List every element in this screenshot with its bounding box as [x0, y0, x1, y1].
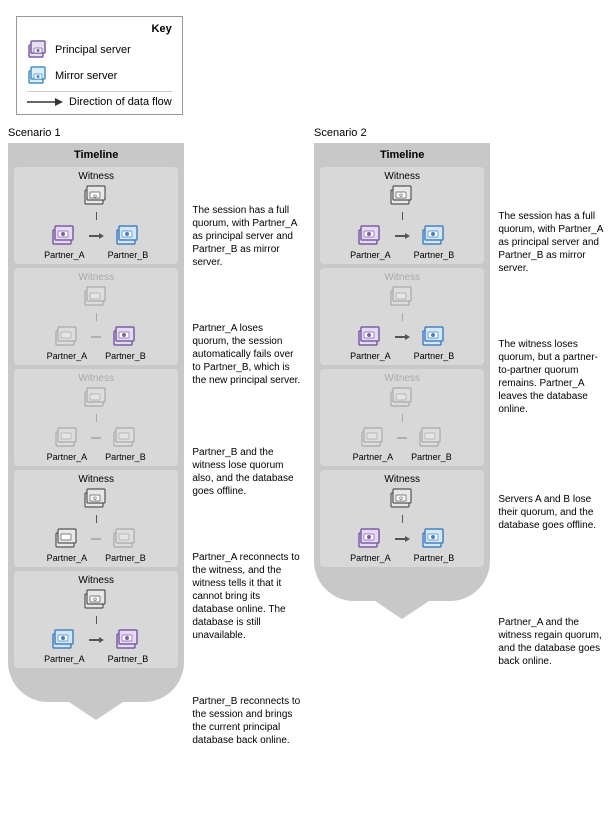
scenario-1-step-4: Witness ⚙: [14, 470, 178, 567]
scenario-1-timeline-bg: Timeline Witness ⚙: [8, 143, 184, 702]
svg-text:⚙: ⚙: [399, 496, 404, 502]
witness-icon-s1-1: ⚙: [82, 182, 110, 210]
principal-server-icon: [27, 39, 49, 61]
partner-b-icon-s1-1: [114, 222, 142, 250]
partners-row-s1-1: Partner_A: [18, 222, 174, 260]
scenario-1-desc-1: The session has a full quorum, with Part…: [192, 177, 302, 295]
witness-group-s1-1: Witness ⚙: [18, 171, 174, 212]
scenario-2-step-3: Witness: [320, 369, 484, 466]
key-title: Key: [27, 23, 172, 35]
scenario-1-arrow: [66, 700, 126, 720]
scenario-2-block: Scenario 2 Timeline Witness ⚙: [314, 127, 490, 781]
scenario-2-desc-1: The session has a full quorum, with Part…: [498, 177, 608, 307]
scenario-1-step-1: Witness ⚙: [14, 167, 178, 264]
scenario-1-label: Scenario 1: [8, 127, 184, 139]
scenario-2-timeline-label: Timeline: [320, 149, 484, 161]
witness-icon-s1-2: [82, 283, 110, 311]
scenario-1-step-5: Witness ⚙: [14, 571, 178, 668]
svg-text:⚙: ⚙: [93, 597, 98, 603]
scenario-1-desc-col: The session has a full quorum, with Part…: [192, 127, 302, 781]
partner-b-col-s1-1: Partner_B: [108, 222, 149, 260]
principal-server-label: Principal server: [55, 44, 131, 56]
scenario-2-step-2: Witness: [320, 268, 484, 365]
data-flow-arrow-icon: [27, 97, 63, 107]
scenario-2-desc-col: The session has a full quorum, with Part…: [498, 127, 608, 781]
partner-b-label-s1-1: Partner_B: [108, 250, 149, 260]
scenario-1-timeline: Timeline Witness ⚙: [8, 143, 184, 781]
scenario-2-arrow: [372, 599, 432, 619]
scenario-1-block: Scenario 1 Timeline Witness ⚙: [8, 127, 184, 781]
svg-text:⚙: ⚙: [93, 194, 98, 200]
key-mirror-row: Mirror server: [27, 65, 172, 87]
witness-label-s1-1: Witness: [78, 171, 114, 182]
key-box: Key Principal server Mirror server: [16, 16, 183, 115]
partner-a-col-s1-1: Partner_A: [44, 222, 85, 260]
scenario-2-timeline-bg: Timeline Witness ⚙: [314, 143, 490, 601]
data-flow-label: Direction of data flow: [69, 96, 172, 108]
scenarios-wrapper: Scenario 1 Timeline Witness ⚙: [0, 127, 616, 789]
key-arrow-row: Direction of data flow: [27, 91, 172, 108]
scenario-1-timeline-label: Timeline: [14, 149, 178, 161]
svg-text:⚙: ⚙: [399, 193, 404, 199]
svg-text:⚙: ⚙: [93, 496, 98, 502]
scenario-1-step-3: Witness: [14, 369, 178, 466]
scenario-2-desc-3: Servers A and B lose their quorum, and t…: [498, 447, 608, 577]
mirror-server-label: Mirror server: [55, 70, 117, 82]
scenario-2-timeline: Timeline Witness ⚙: [314, 143, 490, 781]
scenario-1-desc-3: Partner_B and the witness lose quorum al…: [192, 413, 302, 531]
scenario-2-step-1: Witness ⚙: [320, 167, 484, 264]
partner-a-label-s1-1: Partner_A: [44, 250, 85, 260]
key-principal-row: Principal server: [27, 39, 172, 61]
scenario-2-desc-2: The witness loses quorum, but a partner-…: [498, 307, 608, 447]
scenario-2-label: Scenario 2: [314, 127, 490, 139]
scenario-1-step-2: Witness: [14, 268, 178, 365]
scenario-1-desc-4: Partner_A reconnects to the witness, and…: [192, 531, 302, 661]
scenario-2-desc-4: Partner_A and the witness regain quorum,…: [498, 577, 608, 707]
mirror-server-icon-key: [27, 65, 49, 87]
partner-a-icon-s1-1: [50, 222, 78, 250]
scenario-1-desc-2: Partner_A loses quorum, the session auto…: [192, 295, 302, 413]
scenario-2-step-4: Witness ⚙: [320, 470, 484, 567]
scenario-1-desc-5: Partner_B reconnects to the session and …: [192, 661, 302, 781]
